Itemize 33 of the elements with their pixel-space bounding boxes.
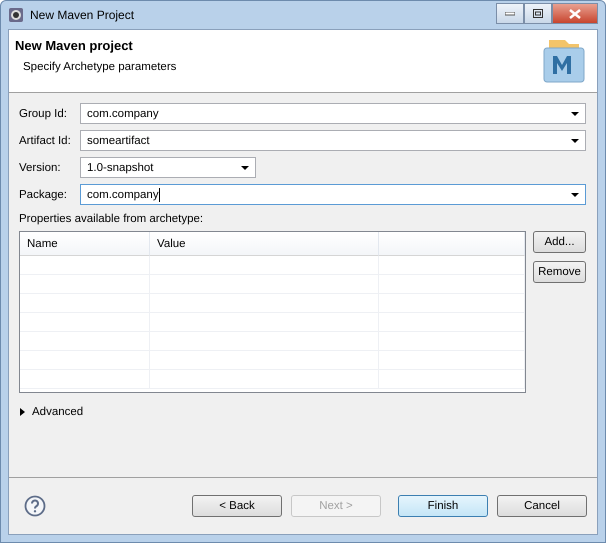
wizard-button[interactable]: Finish bbox=[398, 495, 488, 517]
dropdown-arrow-icon bbox=[241, 166, 249, 170]
section-label: Properties available from archetype: bbox=[19, 213, 204, 225]
help-icon[interactable] bbox=[24, 495, 46, 517]
window-title: New Maven Project bbox=[30, 8, 136, 22]
close-icon bbox=[569, 8, 581, 18]
combo-field[interactable]: com.company bbox=[80, 184, 586, 205]
dropdown-arrow-icon bbox=[571, 138, 579, 142]
field-label: Artifact Id: bbox=[19, 134, 72, 146]
field-label: Version: bbox=[19, 162, 62, 174]
field-label: Group Id: bbox=[19, 108, 68, 120]
minimize-button[interactable] bbox=[496, 3, 524, 24]
advanced-toggle[interactable]: Advanced bbox=[32, 406, 84, 418]
page-subtitle: Specify Archetype parameters bbox=[23, 61, 178, 73]
field-label: Package: bbox=[19, 188, 68, 200]
table-action-button[interactable]: Add... bbox=[533, 231, 586, 253]
minimize-icon bbox=[505, 12, 515, 16]
combo-field[interactable]: com.company bbox=[80, 103, 586, 124]
combo-field[interactable]: someartifact bbox=[80, 130, 586, 151]
column-header[interactable]: Value bbox=[150, 232, 379, 256]
page-title: New Maven project bbox=[15, 38, 134, 53]
gear-icon bbox=[8, 7, 24, 23]
wizard-button[interactable]: Cancel bbox=[497, 495, 587, 517]
table-action-button[interactable]: Remove bbox=[533, 261, 586, 283]
dropdown-arrow-icon bbox=[571, 112, 579, 116]
restore-icon bbox=[533, 9, 543, 18]
combo-field[interactable]: 1.0-snapshot bbox=[80, 157, 256, 178]
wizard-button[interactable]: < Back bbox=[192, 495, 282, 517]
column-header[interactable]: Name bbox=[20, 232, 150, 256]
close-button[interactable] bbox=[552, 3, 598, 24]
expand-arrow-icon[interactable] bbox=[19, 408, 26, 416]
maximize-button[interactable] bbox=[524, 3, 552, 24]
dropdown-arrow-icon bbox=[571, 192, 579, 196]
